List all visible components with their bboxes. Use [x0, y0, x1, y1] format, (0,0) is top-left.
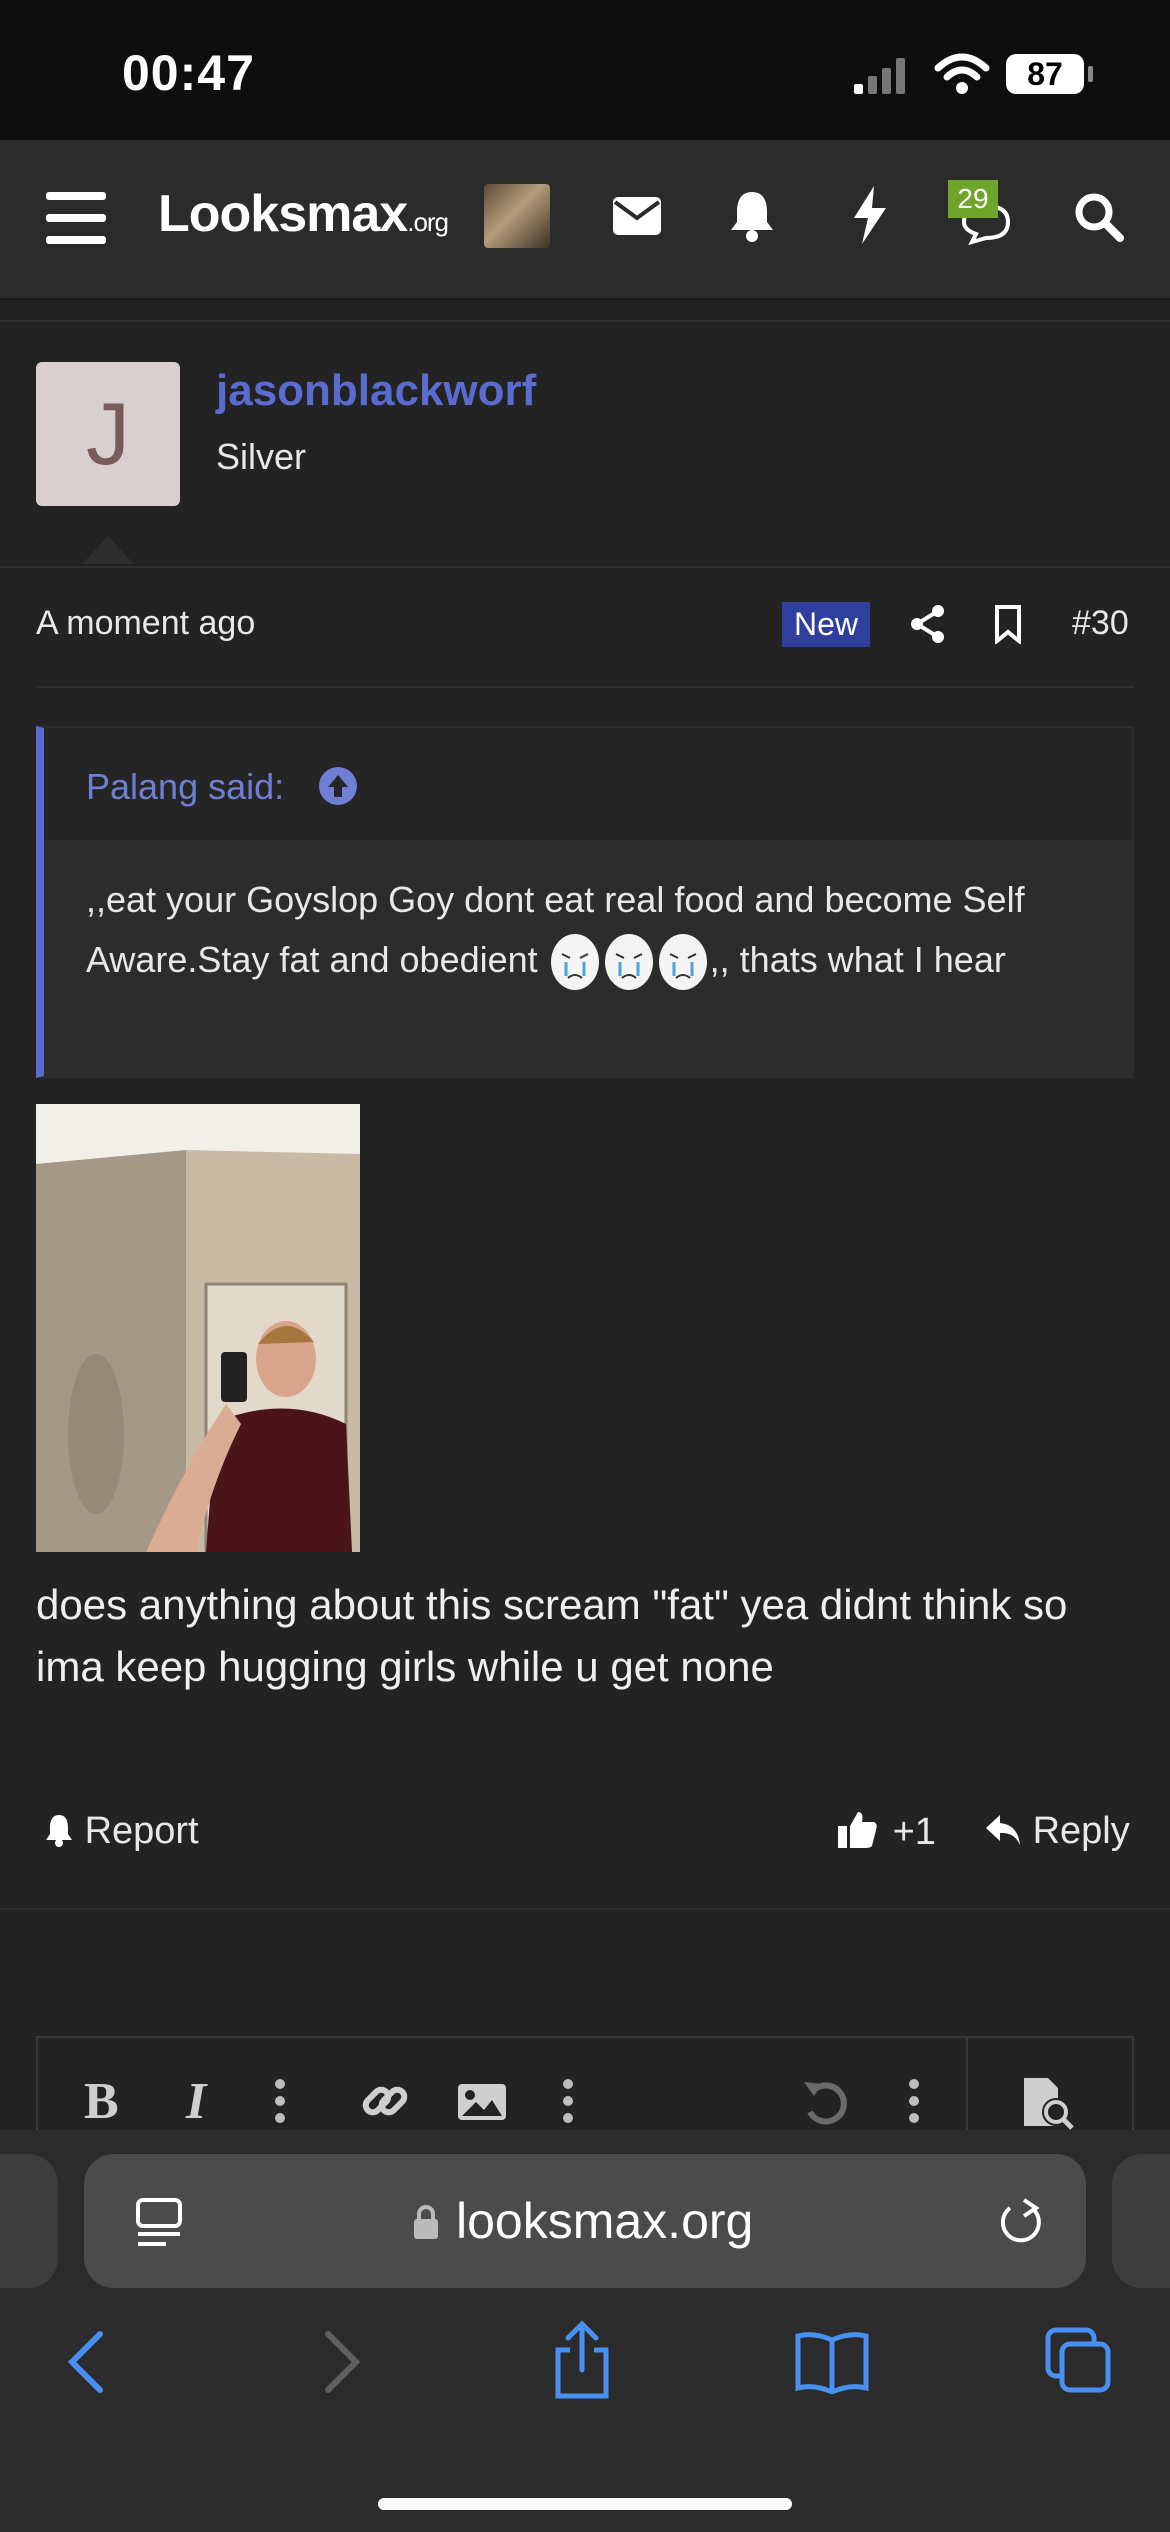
quote-text-part2: ,, thats what I hear: [709, 939, 1006, 980]
logo-suffix: .org: [407, 207, 449, 237]
battery-tip: [1088, 66, 1093, 82]
signal-icon: [852, 56, 912, 96]
battery-level: 87: [1027, 56, 1063, 92]
post-body: does anything about this scream "fat" ye…: [36, 1574, 1134, 1698]
home-indicator: [378, 2498, 792, 2510]
crying-wojak-emoji: [656, 932, 710, 992]
site-header: Looksmax.org 29: [0, 140, 1170, 300]
bell-icon[interactable]: [728, 188, 776, 242]
address-bar[interactable]: looksmax.org: [84, 2154, 1086, 2288]
italic-icon[interactable]: I: [186, 2072, 206, 2131]
username-link[interactable]: jasonblackworf: [216, 366, 536, 416]
user-title: Silver: [216, 436, 307, 477]
reload-icon[interactable]: [996, 2194, 1046, 2248]
envelope-icon[interactable]: [612, 196, 662, 236]
post-timestamp[interactable]: A moment ago: [36, 604, 255, 643]
image-icon[interactable]: [456, 2082, 508, 2122]
report-label: Report: [84, 1810, 199, 1852]
bell-icon: [46, 1815, 72, 1847]
site-logo[interactable]: Looksmax.org: [158, 184, 449, 244]
lock-icon: [412, 2204, 440, 2240]
tabs-icon[interactable]: [1044, 2326, 1114, 2396]
wifi-icon: [934, 52, 990, 96]
logo-text: Looksmax: [158, 185, 408, 243]
undo-icon[interactable]: [800, 2078, 850, 2126]
reply-button[interactable]: Reply: [984, 1810, 1130, 1853]
url-text: looksmax.org: [456, 2193, 754, 2249]
menu-icon[interactable]: [46, 190, 108, 246]
conversations-badge: 29: [948, 180, 998, 218]
reader-icon[interactable]: [136, 2198, 182, 2248]
forward-arrow-icon[interactable]: [322, 2330, 362, 2394]
battery-icon: 87: [1006, 54, 1084, 94]
quote-author[interactable]: Palang said:: [86, 766, 284, 808]
back-arrow-icon[interactable]: [66, 2330, 106, 2394]
more-options-icon[interactable]: [274, 2078, 286, 2124]
arrow-up-circle-icon[interactable]: [318, 766, 358, 806]
status-bar: 00:47 87: [0, 0, 1170, 140]
browser-bottom-bar: looksmax.org: [0, 2130, 1170, 2532]
divider: [0, 1908, 1170, 1910]
report-button[interactable]: Report: [44, 1810, 199, 1853]
quote-block: Palang said: ,,eat your Goyslop Goy dont…: [36, 726, 1134, 1078]
quote-content: ,,eat your Goyslop Goy dont eat real foo…: [44, 840, 1132, 1076]
post-author-block: J jasonblackworf Silver: [0, 320, 1170, 568]
reply-arrow-icon: [986, 1815, 1020, 1845]
share-icon[interactable]: [910, 604, 946, 644]
post-line: does anything about this scream "fat" ye…: [36, 1581, 1068, 1628]
search-icon[interactable]: [1074, 192, 1124, 242]
more-options-icon[interactable]: [908, 2078, 920, 2124]
bookmark-icon[interactable]: [994, 604, 1022, 644]
bolt-icon[interactable]: [852, 186, 888, 244]
avatar-thumbnail[interactable]: [484, 184, 550, 248]
reply-label: Reply: [1032, 1810, 1130, 1852]
like-count: +1: [892, 1811, 936, 1853]
thumbs-up-icon: [838, 1812, 877, 1848]
bold-icon[interactable]: B: [84, 2072, 119, 2131]
divider: [36, 686, 1134, 688]
avatar[interactable]: J: [36, 362, 180, 506]
quote-header: Palang said:: [44, 728, 1132, 840]
like-button[interactable]: +1: [836, 1810, 936, 1854]
new-badge: New: [782, 602, 871, 647]
bookmarks-icon[interactable]: [794, 2330, 870, 2394]
post-number[interactable]: #30: [1072, 604, 1129, 643]
crying-wojak-emoji: [548, 932, 602, 992]
previous-tab-preview[interactable]: [0, 2154, 58, 2288]
clock: 00:47: [122, 45, 255, 101]
post-line: ima keep hugging girls while u get none: [36, 1643, 774, 1690]
more-options-icon[interactable]: [562, 2078, 574, 2124]
pointer-arrow: [82, 536, 134, 564]
preview-icon[interactable]: [1020, 2076, 1076, 2132]
share-icon[interactable]: [552, 2320, 612, 2400]
post-image[interactable]: [36, 1104, 360, 1552]
crying-wojak-emoji: [602, 932, 656, 992]
quote-text: ,,eat your Goyslop Goy dont eat real foo…: [86, 870, 1096, 992]
link-icon[interactable]: [360, 2076, 410, 2126]
next-tab-preview[interactable]: [1112, 2154, 1170, 2288]
